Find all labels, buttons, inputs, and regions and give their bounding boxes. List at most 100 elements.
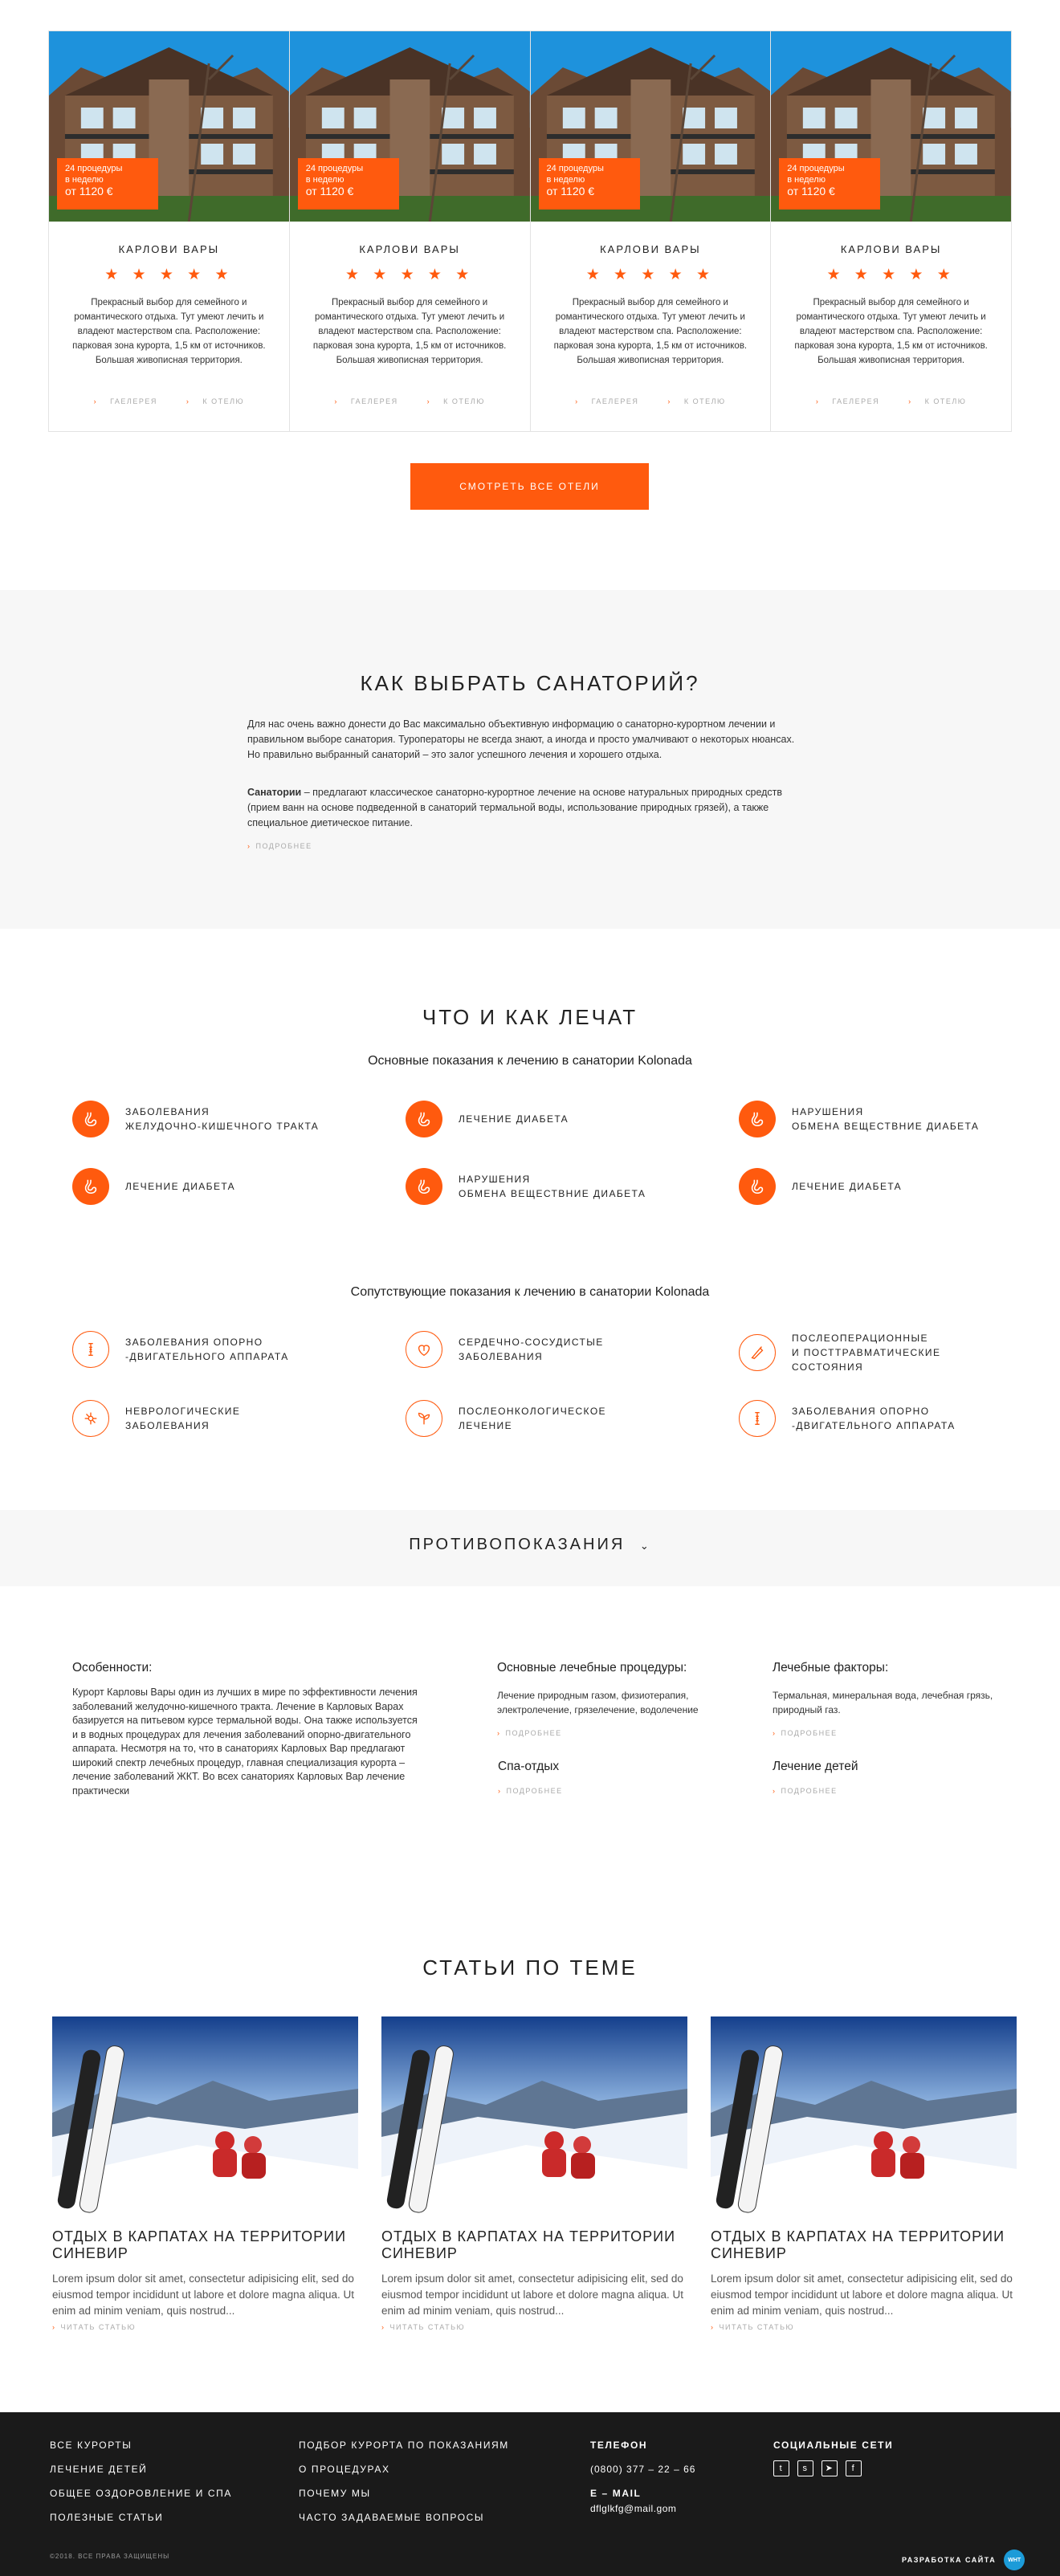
footer-link[interactable]: ЛЕЧЕНИЕ ДЕТЕЙ: [50, 2457, 232, 2481]
chevron-right-icon: ›: [334, 397, 338, 405]
article-card[interactable]: ОТДЫХ В КАРПАТАХ НА ТЕРРИТОРИИ СИНЕВИР L…: [711, 2016, 1017, 2338]
extra-indication-item[interactable]: ЗАБОЛЕВАНИЯ ОПОРНО -ДВИГАТЕЛЬНОГО АППАРАТ…: [739, 1400, 956, 1437]
footer-link[interactable]: ВСЕ КУРОРТЫ: [50, 2433, 232, 2457]
gallery-link[interactable]: › ГАЕЛЕРЕЯ: [809, 397, 886, 405]
choose-title: КАК ВЫБРАТЬ САНАТОРИЙ?: [360, 671, 700, 695]
chevron-right-icon: ›: [93, 397, 98, 405]
hotel-card[interactable]: 24 процедуры в неделю от 1120 € КАРЛОВИ …: [771, 31, 1011, 431]
read-article-link[interactable]: › ЧИТАТЬ СТАТЬЮ: [381, 2323, 465, 2331]
factors-more-link[interactable]: › ПОДРОБНЕЕ: [773, 1729, 838, 1737]
choose-paragraph-1: Для нас очень важно донести до Вас макси…: [247, 718, 795, 760]
telegram-icon[interactable]: ➤: [822, 2460, 838, 2476]
phone-number[interactable]: (0800) 377 – 22 – 66: [590, 2457, 695, 2481]
article-title[interactable]: ОТДЫХ В КАРПАТАХ НА ТЕРРИТОРИИ СИНЕВИР: [52, 2228, 358, 2262]
phone-label: ТЕЛЕФОН: [590, 2440, 648, 2451]
copyright: ©2018. ВСЕ ПРАВА ЗАЩИЩЕНЫ: [50, 2553, 170, 2560]
indication-item[interactable]: ЛЕЧЕНИЕ ДИАБЕТА: [72, 1168, 235, 1205]
price-badge: 24 процедуры в неделю от 1120 €: [297, 158, 399, 210]
footer-link[interactable]: ПОДБОР КУРОРТА ПО ПОКАЗАНИЯМ: [299, 2433, 509, 2457]
to-hotel-link[interactable]: › К ОТЕЛЮ: [421, 397, 491, 405]
extra-indication-item[interactable]: ЗАБОЛЕВАНИЯ ОПОРНО -ДВИГАТЕЛЬНОГО АППАРАТ…: [72, 1331, 289, 1368]
badge-period: в неделю: [787, 175, 826, 185]
indication-item[interactable]: НАРУШЕНИЯ ОБМЕНА ВЕЩЕСТВНИЕ ДИАБЕТА: [739, 1101, 979, 1137]
to-hotel-link[interactable]: › К ОТЕЛЮ: [902, 397, 972, 405]
article-card[interactable]: ОТДЫХ В КАРПАТАХ НА ТЕРРИТОРИИ СИНЕВИР L…: [52, 2016, 358, 2338]
gallery-link[interactable]: › ГАЕЛЕРЕЯ: [88, 397, 164, 405]
hotel-title[interactable]: КАРЛОВИ ВАРЫ: [49, 243, 289, 255]
article-image[interactable]: [381, 2016, 687, 2214]
gallery-link[interactable]: › ГАЕЛЕРЕЯ: [328, 397, 404, 405]
read-article-label: ЧИТАТЬ СТАТЬЮ: [60, 2323, 137, 2331]
indication-line-2: -ДВИГАТЕЛЬНОГО АППАРАТА: [792, 1420, 956, 1431]
indication-item[interactable]: ЛЕЧЕНИЕ ДИАБЕТА: [406, 1101, 569, 1137]
badge-price-value: от 1120 €: [65, 185, 113, 197]
email-label: E – MAIL: [590, 2488, 642, 2499]
chevron-right-icon: ›: [711, 2323, 715, 2331]
procedures-more-link[interactable]: › ПОДРОБНЕЕ: [497, 1729, 562, 1737]
extra-indication-item[interactable]: НЕВРОЛОГИЧЕСКИЕ ЗАБОЛЕВАНИЯ: [72, 1400, 240, 1437]
hotel-title[interactable]: КАРЛОВИ ВАРЫ: [290, 243, 530, 255]
indication-line-1: НЕВРОЛОГИЧЕСКИЕ: [125, 1406, 241, 1417]
footer-social: СОЦИАЛЬНЫЕ СЕТИ t s ➤ f: [773, 2433, 893, 2476]
email-address[interactable]: dflglkfg@mail.gom: [590, 2502, 695, 2515]
indication-line-1: НАРУШЕНИЯ: [459, 1174, 531, 1185]
read-article-label: ЧИТАТЬ СТАТЬЮ: [719, 2323, 795, 2331]
facebook-icon[interactable]: f: [846, 2460, 862, 2476]
bone-icon: [72, 1331, 109, 1368]
spa-more-link[interactable]: › ПОДРОБНЕЕ: [498, 1787, 563, 1795]
badge-period: в неделю: [305, 175, 344, 185]
hotel-card[interactable]: 24 процедуры в неделю от 1120 € КАРЛОВИ …: [49, 31, 290, 431]
footer-link[interactable]: ПОЛЕЗНЫЕ СТАТЬИ: [50, 2505, 232, 2529]
hotel-description: Прекрасный выбор для семейного и романти…: [72, 298, 266, 365]
indication-item[interactable]: ЛЕЧЕНИЕ ДИАБЕТА: [739, 1168, 902, 1205]
extra-indication-item[interactable]: ПОСЛЕОПЕРАЦИОННЫЕ И ПОСТТРАВМАТИЧЕСКИЕ СОС…: [739, 1331, 940, 1374]
children-more-link[interactable]: › ПОДРОБНЕЕ: [773, 1787, 838, 1795]
indication-line-2: ЗАБОЛЕВАНИЯ: [125, 1420, 210, 1431]
to-hotel-label: К ОТЕЛЮ: [443, 397, 485, 405]
footer-link[interactable]: ЧАСТО ЗАДАВАЕМЫЕ ВОПРОСЫ: [299, 2505, 509, 2529]
article-image[interactable]: [711, 2016, 1017, 2214]
read-article-link[interactable]: › ЧИТАТЬ СТАТЬЮ: [52, 2323, 136, 2331]
chevron-right-icon: ›: [815, 397, 820, 405]
footer-link[interactable]: ПОЧЕМУ МЫ: [299, 2481, 509, 2505]
article-title[interactable]: ОТДЫХ В КАРПАТАХ НА ТЕРРИТОРИИ СИНЕВИР: [711, 2228, 1017, 2262]
indication-line-2: ОБМЕНА ВЕЩЕСТВНИЕ ДИАБЕТА: [792, 1121, 980, 1132]
hotel-card[interactable]: 24 процедуры в неделю от 1120 € КАРЛОВИ …: [530, 31, 772, 431]
article-excerpt: Lorem ipsum dolor sit amet, consectetur …: [381, 2273, 683, 2317]
stomach-icon: [739, 1168, 776, 1205]
all-hotels-button[interactable]: СМОТРЕТЬ ВСЕ ОТЕЛИ: [410, 463, 649, 510]
indication-label: ЛЕЧЕНИЕ ДИАБЕТА: [459, 1112, 569, 1126]
factors-text: Термальная, минеральная вода, лечебная г…: [773, 1690, 993, 1715]
hotel-card[interactable]: 24 процедуры в неделю от 1120 € КАРЛОВИ …: [289, 31, 531, 431]
star-rating: ★ ★ ★ ★ ★: [344, 267, 475, 283]
indication-line-2: -ДВИГАТЕЛЬНОГО АППАРАТА: [125, 1351, 289, 1362]
extra-indication-item[interactable]: СЕРДЕЧНО-СОСУДИСТЫЕ ЗАБОЛЕВАНИЯ: [406, 1331, 604, 1368]
contra-title[interactable]: ПРОТИВОПОКАЗАНИЯ ⌄: [0, 1536, 1060, 1554]
hotel-title[interactable]: КАРЛОВИ ВАРЫ: [771, 243, 1011, 255]
developer-credit[interactable]: РАЗРАБОТКА САЙТА WHT: [902, 2550, 1025, 2570]
read-article-link[interactable]: › ЧИТАТЬ СТАТЬЮ: [711, 2323, 794, 2331]
skype-icon[interactable]: s: [797, 2460, 813, 2476]
footer-link[interactable]: О ПРОЦЕДУРАХ: [299, 2457, 509, 2481]
twitter-icon[interactable]: t: [773, 2460, 789, 2476]
indication-item[interactable]: ЗАБОЛЕВАНИЯ ЖЕЛУДОЧНО-КИШЕЧНОГО ТРАКТА: [72, 1101, 319, 1137]
heart-icon: [406, 1331, 442, 1368]
hotel-title[interactable]: КАРЛОВИ ВАРЫ: [531, 243, 771, 255]
chevron-right-icon: ›: [773, 1787, 777, 1795]
gallery-link[interactable]: › ГАЕЛЕРЕЯ: [569, 397, 645, 405]
to-hotel-link[interactable]: › К ОТЕЛЮ: [661, 397, 732, 405]
indication-label: ЗАБОЛЕВАНИЯ ЖЕЛУДОЧНО-КИШЕЧНОГО ТРАКТА: [125, 1105, 319, 1133]
spa-more-label: ПОДРОБНЕЕ: [506, 1787, 563, 1795]
article-title[interactable]: ОТДЫХ В КАРПАТАХ НА ТЕРРИТОРИИ СИНЕВИР: [381, 2228, 687, 2262]
footer-link[interactable]: ОБЩЕЕ ОЗДОРОВЛЕНИЕ И СПА: [50, 2481, 232, 2505]
extra-indication-item[interactable]: ПОСЛЕОНКОЛОГИЧЕСКОЕ ЛЕЧЕНИЕ: [406, 1400, 606, 1437]
bone-icon: [739, 1400, 776, 1437]
choose-more-label: ПОДРОБНЕЕ: [255, 842, 312, 850]
indication-item[interactable]: НАРУШЕНИЯ ОБМЕНА ВЕЩЕСТВНИЕ ДИАБЕТА: [406, 1168, 646, 1205]
hotel-links: › ГАЕЛЕРЕЯ › К ОТЕЛЮ: [290, 397, 530, 405]
article-image[interactable]: [52, 2016, 358, 2214]
to-hotel-link[interactable]: › К ОТЕЛЮ: [180, 397, 251, 405]
indication-line-1: СЕРДЕЧНО-СОСУДИСТЫЕ: [459, 1337, 604, 1348]
article-card[interactable]: ОТДЫХ В КАРПАТАХ НА ТЕРРИТОРИИ СИНЕВИР L…: [381, 2016, 687, 2338]
choose-more-link[interactable]: › ПОДРОБНЕЕ: [247, 842, 312, 850]
